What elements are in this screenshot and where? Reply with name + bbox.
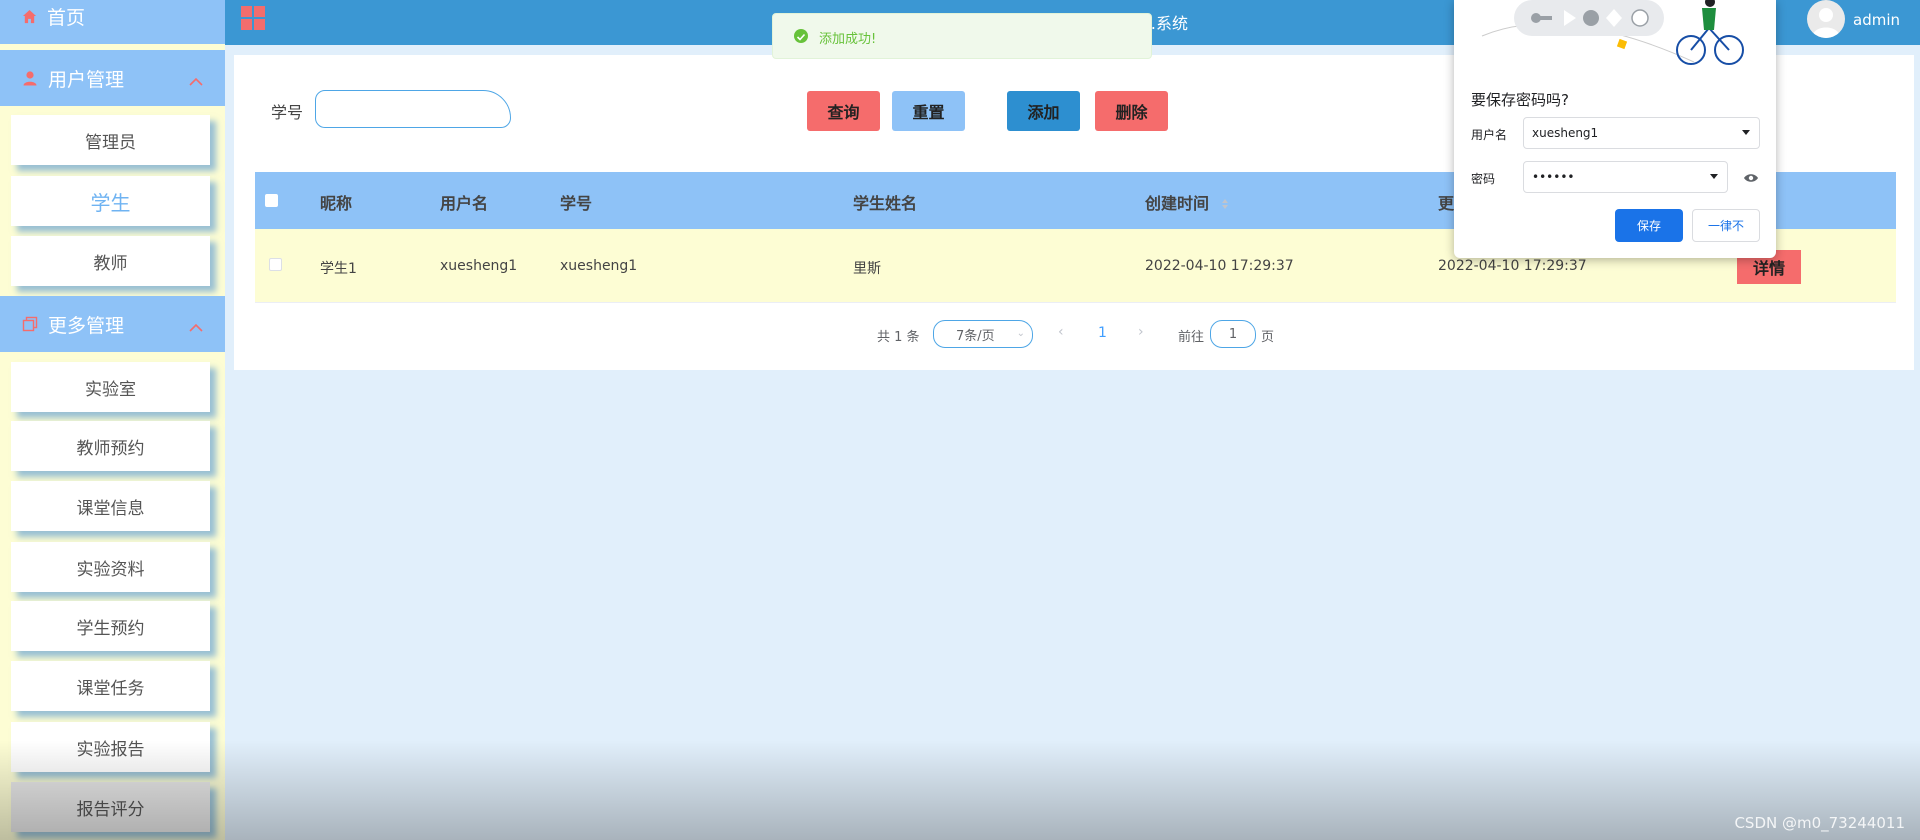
sidebar-item-label: 课堂信息 <box>76 498 145 519</box>
sidebar-item-teacher[interactable]: 教师 <box>11 236 210 286</box>
password-select[interactable]: •••••• <box>1523 161 1728 193</box>
cell-student-name: 里斯 <box>853 261 881 277</box>
reset-button[interactable]: 重置 <box>892 91 965 131</box>
copy-icon <box>22 316 38 332</box>
username-select[interactable]: xuesheng1 <box>1523 117 1760 149</box>
delete-button[interactable]: 删除 <box>1095 91 1168 131</box>
sidebar-item-lab-reports[interactable]: 实验报告 <box>11 722 210 772</box>
column-header-username: 用户名 <box>440 194 489 213</box>
select-all-checkbox[interactable] <box>265 194 278 207</box>
toast-message: 添加成功! <box>819 32 877 47</box>
password-illustration <box>1481 0 1744 65</box>
bottom-shade <box>0 740 1920 840</box>
prev-page-icon[interactable]: ‹ <box>1058 324 1064 340</box>
page-suffix-label: 页 <box>1261 330 1275 345</box>
save-password-title: 要保存密码吗? <box>1471 91 1569 109</box>
column-header-updated: 更 <box>1438 194 1455 213</box>
menu-user-management[interactable]: 用户管理 <box>0 50 225 106</box>
home-icon <box>22 9 37 24</box>
cell-username: xuesheng1 <box>440 258 518 274</box>
cell-created: 2022-04-10 17:29:37 <box>1145 258 1294 274</box>
sidebar-item-label: 课堂任务 <box>76 678 145 699</box>
chevron-up-icon <box>189 316 203 338</box>
sidebar-item-label: 教师预约 <box>76 438 145 459</box>
sidebar-item-admin[interactable]: 管理员 <box>11 115 210 165</box>
add-button[interactable]: 添加 <box>1007 91 1080 131</box>
column-header-label: 创建时间 <box>1145 194 1210 213</box>
sidebar-item-class-tasks[interactable]: 课堂任务 <box>11 661 210 711</box>
student-no-label: 学号 <box>271 103 304 122</box>
page-size-select[interactable]: 7条/页 ⌄ <box>933 320 1033 348</box>
sidebar-item-label: 报告评分 <box>76 799 145 820</box>
never-save-button[interactable]: 一律不 <box>1692 209 1760 242</box>
sidebar-item-label: 实验资料 <box>76 559 145 580</box>
watermark: CSDN @m0_73244011 <box>1734 814 1905 832</box>
sidebar-item-label: 实验报告 <box>76 739 145 760</box>
sidebar-item-label: 教师 <box>93 253 128 274</box>
column-header-nickname: 昵称 <box>320 194 353 213</box>
user-icon <box>22 70 38 86</box>
sidebar-item-student[interactable]: 学生 <box>11 176 210 226</box>
goto-label: 前往 <box>1178 330 1205 345</box>
sidebar-item-home[interactable]: 首页 <box>0 0 225 44</box>
sidebar-item-label: 学生 <box>90 190 131 215</box>
column-header-student-name: 学生姓名 <box>853 194 918 213</box>
password-label: 密码 <box>1471 172 1496 186</box>
menu-label: 更多管理 <box>48 314 125 337</box>
sidebar-item-label: 学生预约 <box>76 618 145 639</box>
sort-icon[interactable] <box>1221 195 1229 214</box>
current-page[interactable]: 1 <box>1098 325 1107 341</box>
query-button[interactable]: 查询 <box>807 91 880 131</box>
caret-down-icon <box>1742 130 1750 135</box>
menu-label: 用户管理 <box>48 68 125 91</box>
page-size-value: 7条/页 <box>956 328 995 344</box>
column-header-created[interactable]: 创建时间 <box>1145 190 1229 214</box>
sidebar-item-label: 管理员 <box>85 132 136 153</box>
sidebar-item-report-grading[interactable]: 报告评分 <box>11 782 210 832</box>
sidebar: 首页 用户管理 管理员 学生 教师 更多管理 实验室 教师预约 课堂信息 实验资… <box>0 0 225 840</box>
username-value: xuesheng1 <box>1532 126 1599 140</box>
user-name[interactable]: admin <box>1853 11 1900 29</box>
sidebar-item-lab-materials[interactable]: 实验资料 <box>11 542 210 592</box>
sidebar-item-teacher-booking[interactable]: 教师预约 <box>11 421 210 471</box>
save-password-button[interactable]: 保存 <box>1615 209 1683 242</box>
cell-student-no: xuesheng1 <box>560 258 638 274</box>
username-label: 用户名 <box>1471 128 1508 142</box>
sidebar-item-label: 首页 <box>47 6 86 29</box>
cell-nickname: 学生1 <box>320 261 357 277</box>
chevron-up-icon <box>189 70 203 92</box>
next-page-icon[interactable]: › <box>1138 324 1144 340</box>
check-circle-icon <box>794 29 808 43</box>
chevron-down-icon: ⌄ <box>1016 328 1025 339</box>
caret-down-icon <box>1710 174 1718 179</box>
row-checkbox[interactable] <box>269 258 282 271</box>
pagination-total: 共 1 条 <box>877 330 920 345</box>
sidebar-item-class-info[interactable]: 课堂信息 <box>11 481 210 531</box>
student-no-input[interactable] <box>315 90 511 128</box>
menu-more-management[interactable]: 更多管理 <box>0 296 225 352</box>
avatar[interactable] <box>1807 0 1845 38</box>
goto-page-input[interactable]: 1 <box>1210 320 1256 348</box>
grid-menu-icon[interactable] <box>241 6 265 30</box>
sidebar-item-student-booking[interactable]: 学生预约 <box>11 601 210 651</box>
password-value: •••••• <box>1532 170 1575 184</box>
sidebar-item-lab[interactable]: 实验室 <box>11 362 210 412</box>
success-toast: 添加成功! <box>772 13 1152 59</box>
sidebar-item-label: 实验室 <box>85 379 136 400</box>
cell-updated: 2022-04-10 17:29:37 <box>1438 258 1587 274</box>
column-header-student-no: 学号 <box>560 194 593 213</box>
eye-icon[interactable] <box>1743 169 1759 188</box>
